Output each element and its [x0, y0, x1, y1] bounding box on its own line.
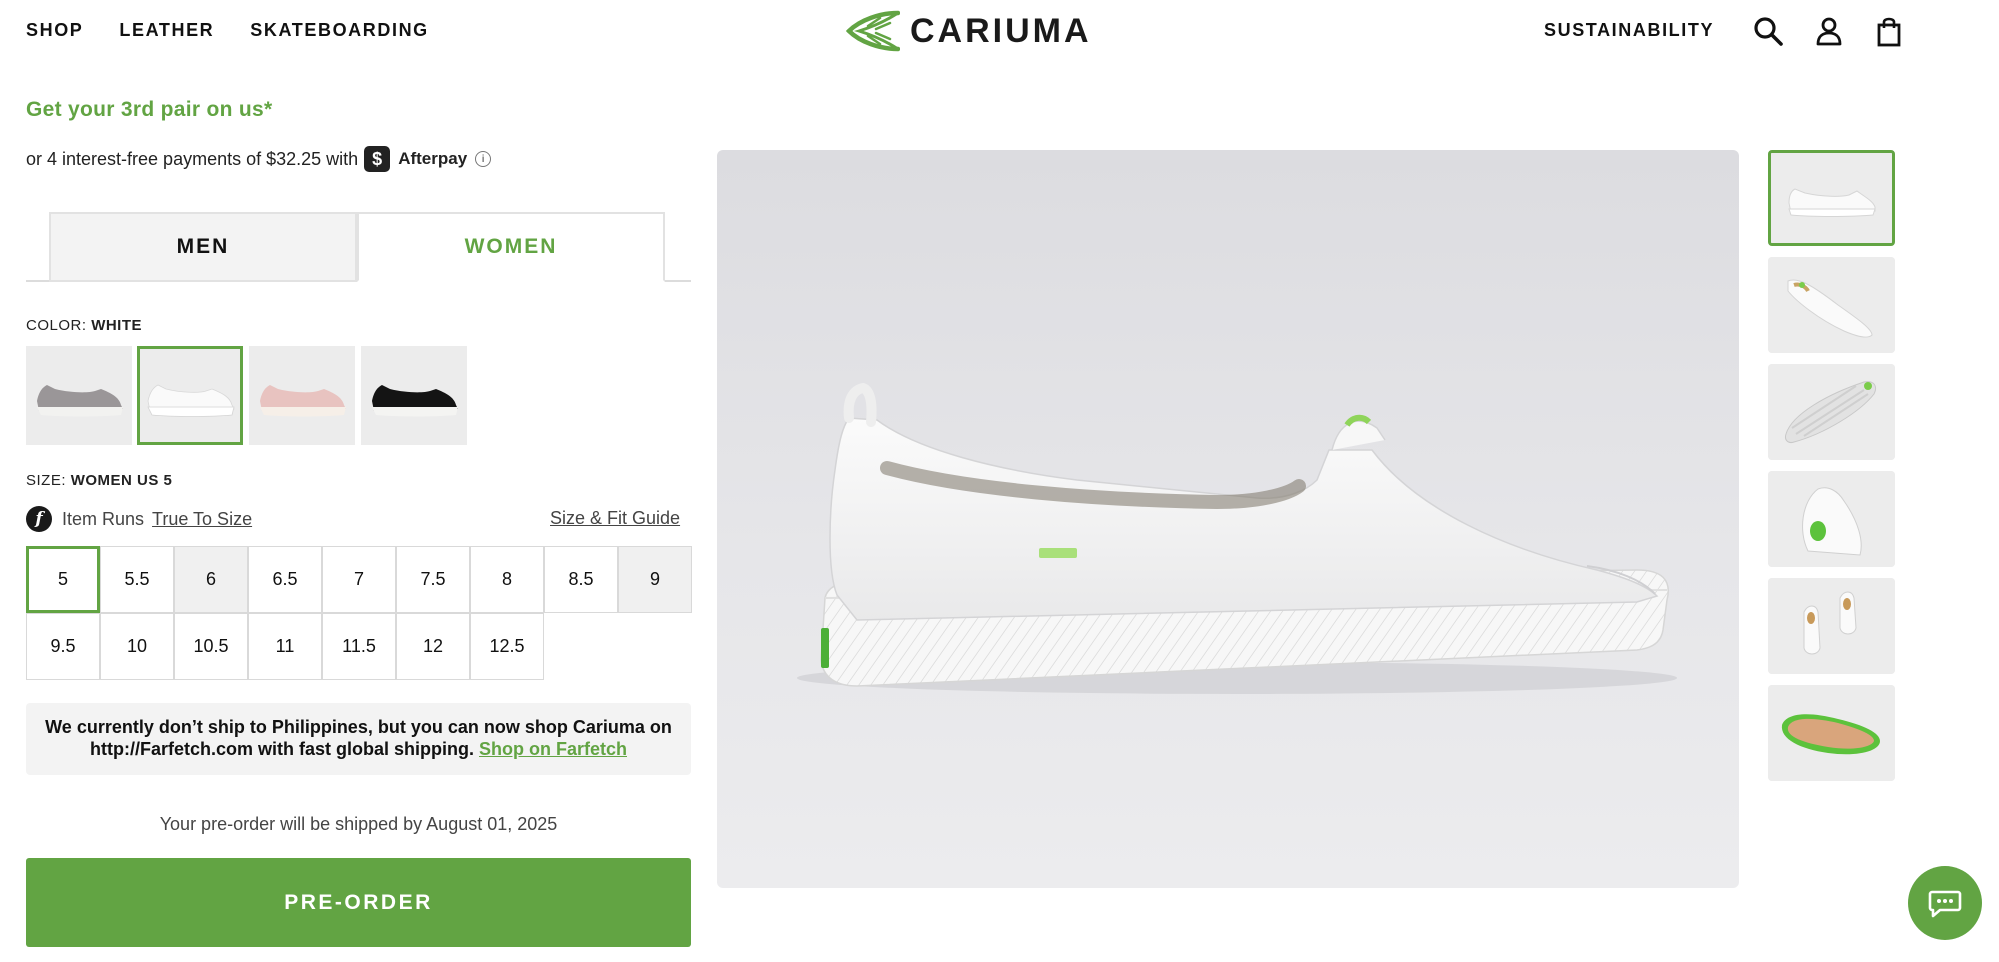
size-value: WOMEN US 5: [70, 472, 173, 489]
shoe-heel-thumb: [1768, 471, 1895, 567]
size-option[interactable]: 10.5: [174, 613, 248, 680]
color-swatch-black[interactable]: [361, 346, 467, 445]
shoe-thumbnail-black: [372, 384, 458, 416]
size-option[interactable]: 12: [396, 613, 470, 680]
color-label: COLOR: WHITE: [26, 317, 142, 334]
promo-text: Get your 3rd pair on us*: [26, 98, 273, 121]
primary-nav: SHOP LEATHER SKATEBOARDING: [26, 20, 429, 41]
fit-logo-icon: f: [26, 506, 52, 532]
preorder-button[interactable]: PRE-ORDER: [26, 858, 691, 947]
size-option[interactable]: 9.5: [26, 613, 100, 680]
size-option[interactable]: 6: [174, 546, 248, 613]
shoe-thumbnail-white: [147, 384, 235, 417]
color-swatch-white[interactable]: [137, 346, 243, 445]
afterpay-text: or 4 interest-free payments of $32.25 wi…: [26, 148, 359, 169]
size-guide-link[interactable]: Size & Fit Guide: [550, 508, 680, 529]
product-main-image[interactable]: [717, 150, 1739, 888]
size-option[interactable]: 6.5: [248, 546, 322, 613]
preorder-note: Your pre-order will be shipped by August…: [159, 814, 558, 834]
size-option[interactable]: 11: [248, 613, 322, 680]
search-icon[interactable]: [1751, 14, 1785, 48]
chat-button[interactable]: [1908, 866, 1982, 940]
info-icon[interactable]: i: [475, 151, 492, 167]
shoe-thumbnail-pink: [260, 384, 346, 416]
thumbnail-side-view[interactable]: [1768, 150, 1895, 246]
chat-bubble-icon: [1928, 890, 1962, 918]
size-option[interactable]: 12.5: [470, 613, 544, 680]
nav-leather[interactable]: LEATHER: [119, 20, 214, 41]
size-option[interactable]: 8.5: [544, 546, 618, 613]
site-header: SHOP LEATHER SKATEBOARDING CARIUMA SUSTA…: [0, 0, 1999, 62]
thumbnail-sole-view[interactable]: [1768, 364, 1895, 460]
color-value: WHITE: [91, 317, 143, 334]
size-label: SIZE: WOMEN US 5: [26, 472, 172, 489]
size-option[interactable]: 8: [470, 546, 544, 613]
nav-sustainability[interactable]: SUSTAINABILITY: [1544, 20, 1714, 41]
shoe-sole-thumb: [1768, 364, 1895, 460]
leaf-logo-icon: [846, 10, 900, 52]
size-option[interactable]: 7.5: [396, 546, 470, 613]
size-option[interactable]: 5.5: [100, 546, 174, 613]
thumbnail-heel-view[interactable]: [1768, 471, 1895, 567]
fit-text: Item Runs: [62, 508, 145, 529]
color-label-prefix: COLOR:: [26, 317, 87, 334]
size-option[interactable]: 5: [26, 546, 100, 613]
afterpay-name: Afterpay: [398, 149, 468, 168]
bag-icon[interactable]: [1872, 14, 1906, 48]
color-swatch-pink[interactable]: [249, 346, 355, 445]
shoe-side-thumb: [1771, 153, 1892, 243]
brand-logo[interactable]: CARIUMA: [846, 10, 1092, 52]
shoe-pair-thumb: [1768, 578, 1895, 674]
thumbnail-insole-view[interactable]: [1768, 685, 1895, 781]
fit-row: f Item Runs True To Size: [26, 506, 252, 532]
tab-women[interactable]: WOMEN: [357, 212, 665, 282]
farfetch-link[interactable]: Shop on Farfetch: [479, 739, 627, 759]
shipping-notice: We currently don’t ship to Philippines, …: [26, 703, 691, 775]
nav-skateboarding[interactable]: SKATEBOARDING: [250, 20, 428, 41]
color-swatch-grey[interactable]: [26, 346, 132, 445]
thumbnail-pair-view[interactable]: [1768, 578, 1895, 674]
tab-men[interactable]: MEN: [49, 212, 357, 282]
shoe-thumbnail-grey: [37, 384, 123, 416]
size-label-prefix: SIZE:: [26, 472, 67, 489]
afterpay-icon: $: [364, 146, 391, 172]
size-option[interactable]: 10: [100, 613, 174, 680]
shoe-image: [797, 382, 1677, 694]
nav-shop[interactable]: SHOP: [26, 20, 83, 41]
size-option[interactable]: 7: [322, 546, 396, 613]
size-option[interactable]: 9: [618, 546, 692, 613]
size-option[interactable]: 11.5: [322, 613, 396, 680]
shoe-top-thumb: [1768, 257, 1895, 353]
account-icon[interactable]: [1812, 14, 1846, 48]
afterpay-row: or 4 interest-free payments of $32.25 wi…: [26, 146, 492, 172]
brand-name: CARIUMA: [910, 11, 1092, 50]
insole-thumb: [1768, 685, 1895, 781]
thumbnail-top-view[interactable]: [1768, 257, 1895, 353]
true-to-size-link[interactable]: True To Size: [152, 509, 252, 530]
